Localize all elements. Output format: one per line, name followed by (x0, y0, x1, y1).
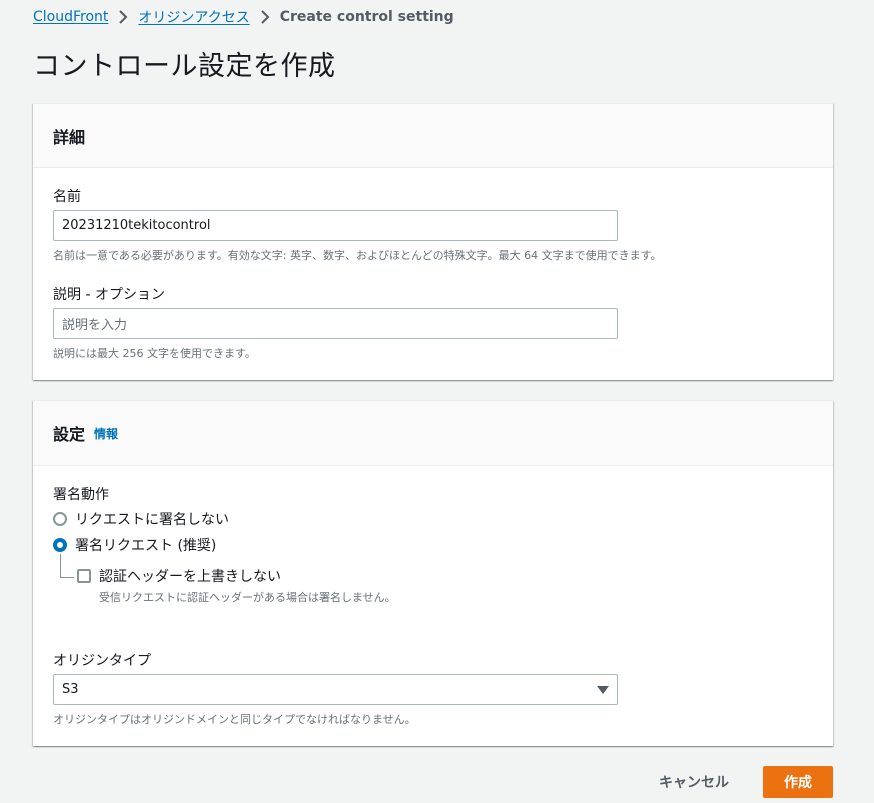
details-panel-header: 詳細 (33, 104, 833, 168)
radio-do-not-sign[interactable]: リクエストに署名しない (53, 507, 229, 531)
override-auth-header-checkbox-row[interactable]: 認証ヘッダーを上書きしない (77, 564, 281, 588)
name-label: 名前 (53, 189, 81, 205)
origin-type-label: オリジンタイプ (53, 653, 151, 669)
create-button[interactable]: 作成 (763, 766, 833, 798)
settings-heading: 設定 (53, 425, 86, 444)
origin-type-hint: オリジンタイプはオリジンドメインと同じタイプでなければなりません。 (53, 713, 416, 726)
radio-sign-requests[interactable]: 署名リクエスト (推奨) (53, 533, 216, 557)
override-auth-header-hint: 受信リクエストに認証ヘッダーがある場合は署名しません。 (99, 591, 396, 604)
origin-type-select[interactable]: S3 (53, 674, 618, 705)
name-hint: 名前は一意である必要があります。有効な文字: 英字、数字、およびほとんどの特殊文… (53, 249, 662, 262)
cancel-button[interactable]: キャンセル (646, 767, 742, 797)
name-input[interactable]: 20231210tekitocontrol (53, 210, 618, 241)
radio-button[interactable] (53, 512, 67, 526)
details-panel: 詳細 名前 20231210tekitocontrol 名前は一意である必要があ… (33, 103, 833, 380)
chevron-right-icon (260, 10, 270, 24)
origin-type-value: S3 (62, 682, 79, 697)
description-hint: 説明には最大 256 文字を使用できます。 (53, 347, 256, 360)
details-heading: 詳細 (53, 127, 86, 147)
breadcrumb-link-origin-access[interactable]: オリジンアクセス (138, 7, 249, 27)
breadcrumb-link-cloudfront[interactable]: CloudFront (33, 9, 108, 25)
chevron-right-icon (118, 10, 128, 24)
caret-down-icon (597, 685, 609, 694)
signing-label: 署名動作 (53, 487, 109, 503)
breadcrumb-current: Create control setting (279, 9, 454, 25)
info-link[interactable]: 情報 (94, 425, 118, 442)
breadcrumb: CloudFront オリジンアクセス Create control setti… (33, 7, 454, 27)
tree-connector (60, 554, 74, 578)
description-input[interactable]: 説明を入力 (53, 308, 618, 339)
page-title: コントロール設定を作成 (33, 51, 336, 82)
override-auth-header-label: 認証ヘッダーを上書きしない (99, 569, 281, 585)
radio-do-not-sign-label: リクエストに署名しない (75, 512, 229, 528)
radio-button-selected[interactable] (53, 538, 67, 552)
radio-sign-requests-label: 署名リクエスト (推奨) (75, 538, 217, 554)
description-label: 説明 - オプション (53, 287, 165, 303)
override-auth-header-checkbox[interactable] (77, 569, 91, 583)
settings-panel-header: 設定 情報 (33, 401, 833, 466)
